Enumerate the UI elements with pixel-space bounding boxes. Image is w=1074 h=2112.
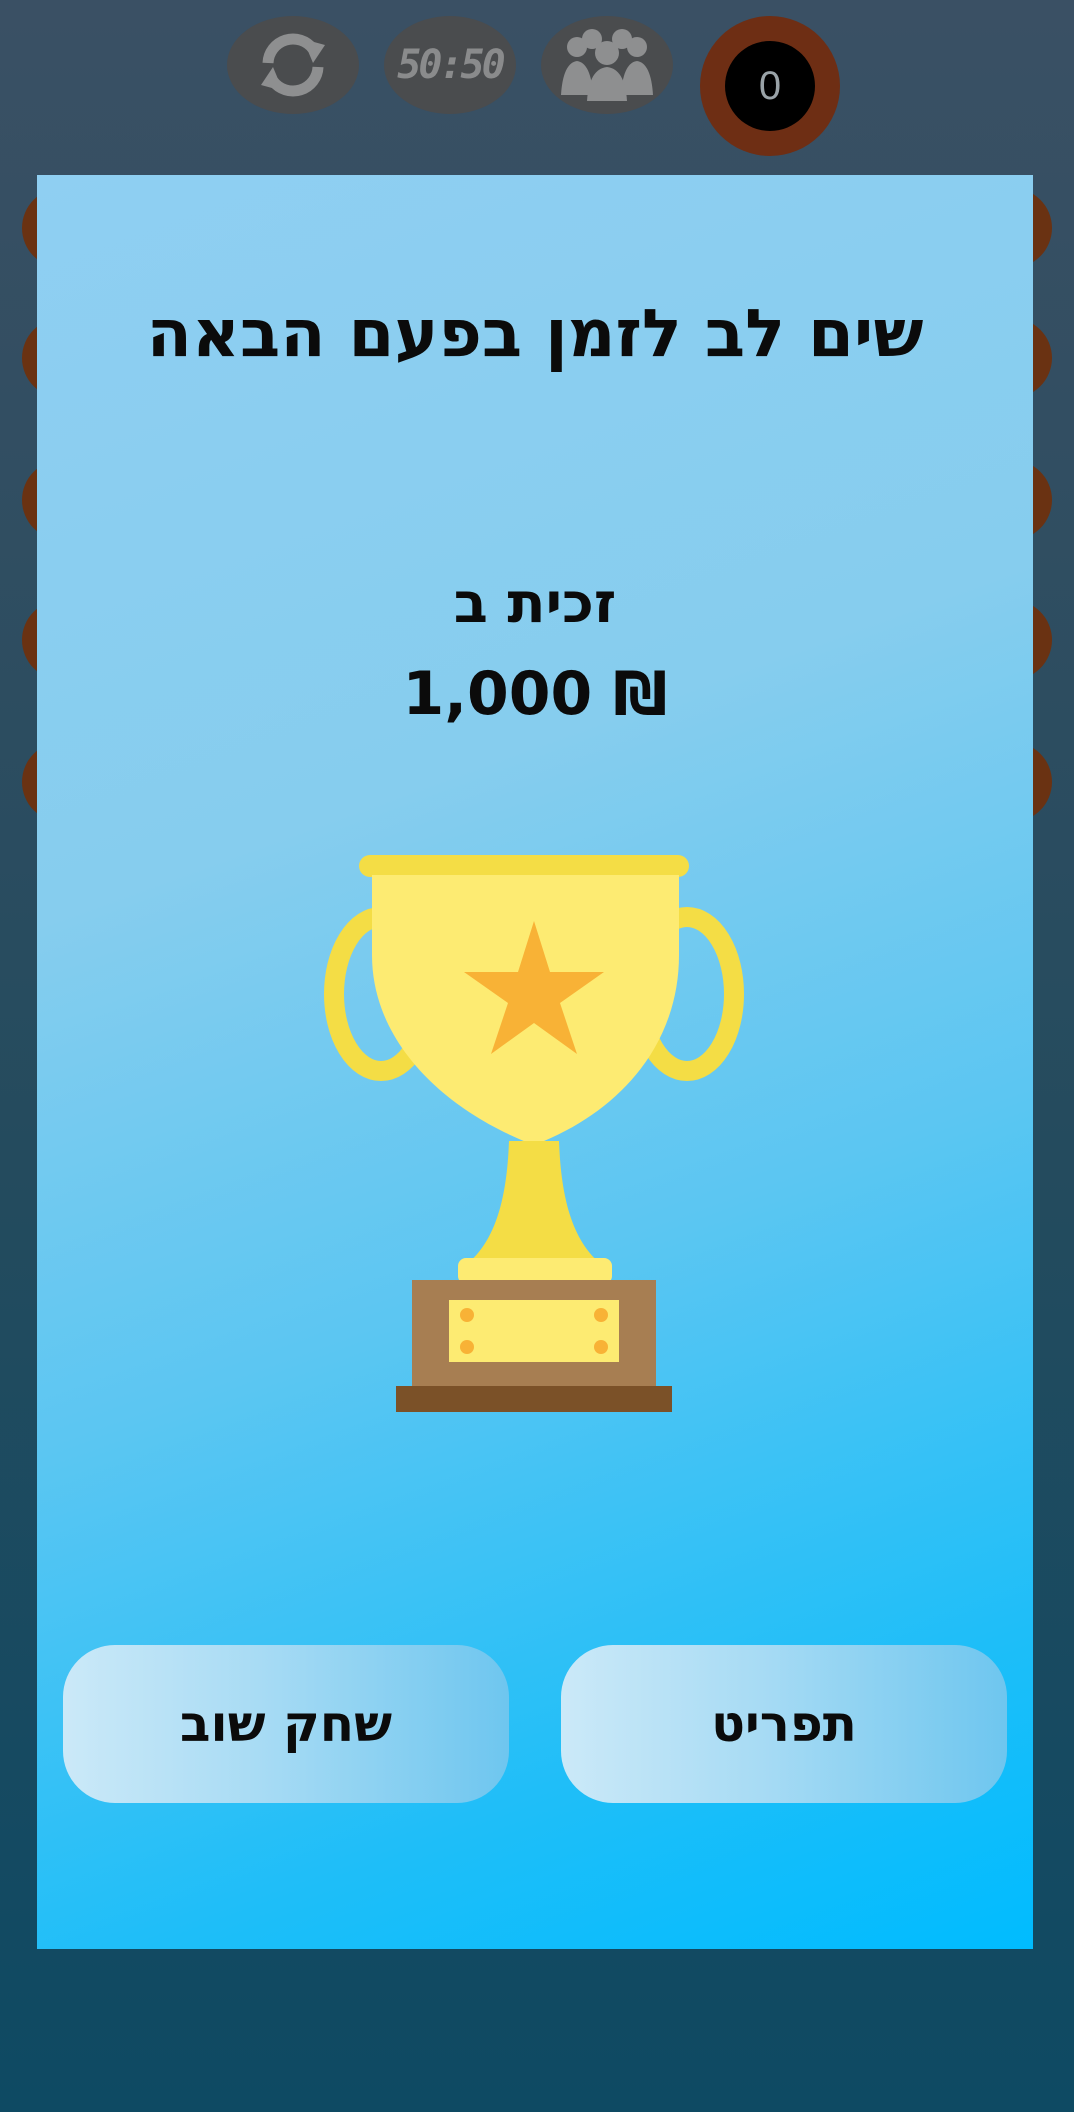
fifty-fifty-lifeline[interactable]: 50:50 xyxy=(384,16,516,114)
trophy-icon xyxy=(324,855,744,1412)
ask-audience-lifeline[interactable] xyxy=(541,16,673,114)
win-label: זכית ב xyxy=(453,571,617,636)
play-again-button[interactable]: שחק שוב xyxy=(63,1645,509,1803)
win-amount: ₪ 1,000 xyxy=(402,659,668,729)
score-value: 0 xyxy=(725,41,815,131)
fifty-fifty-label: 50:50 xyxy=(397,42,505,88)
menu-button[interactable]: תפריט xyxy=(561,1645,1007,1803)
game-over-dialog: שים לב לזמן בפעם הבאה זכית ב ₪ 1,000 תפר… xyxy=(37,175,1033,1949)
dialog-title: שים לב לזמן בפעם הבאה xyxy=(146,295,924,372)
swap-question-lifeline[interactable] xyxy=(227,16,359,114)
audience-icon xyxy=(561,29,653,101)
refresh-icon xyxy=(261,33,325,97)
score-counter: 0 xyxy=(700,16,840,156)
lifelines-bar: 50:50 0 xyxy=(0,0,1074,170)
